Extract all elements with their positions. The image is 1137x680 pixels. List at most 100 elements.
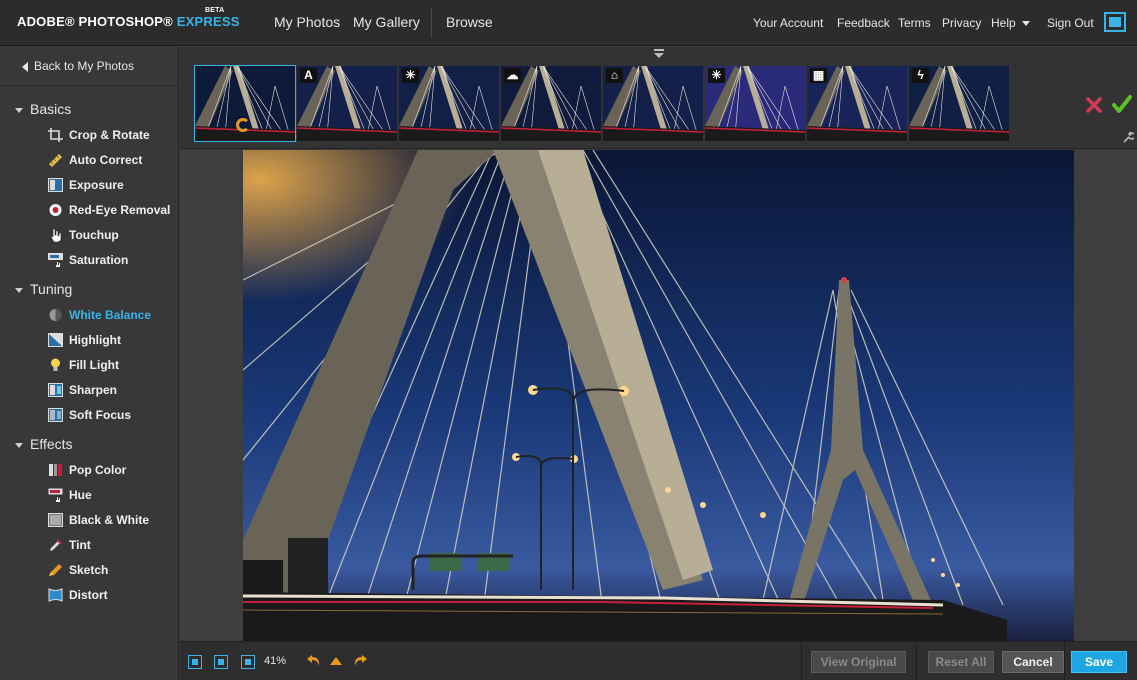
back-to-my-photos-link[interactable]: Back to My Photos	[22, 59, 134, 73]
collapse-triangle-icon	[15, 287, 23, 293]
saturation-icon	[48, 253, 63, 267]
black-white-icon	[48, 513, 63, 527]
reset-all-button[interactable]: Reset All	[928, 651, 994, 673]
preset-thumbnail[interactable]	[194, 65, 296, 142]
toolbar-divider	[801, 642, 802, 680]
tool-label: Hue	[69, 488, 92, 502]
undo-icon[interactable]	[306, 654, 322, 668]
app-logo: ADOBE® PHOTOSHOP® EXPRESS BETA	[17, 7, 240, 29]
top-bar: ADOBE® PHOTOSHOP® EXPRESS BETA My Photos…	[0, 0, 1137, 46]
nav-browse[interactable]: Browse	[446, 14, 493, 30]
bottom-toolbar: 41% View Original Reset All Cancel Save	[180, 641, 1137, 680]
section-effects-title: Effects	[30, 436, 73, 452]
back-arrow-icon	[22, 61, 28, 72]
fluorescent-icon: ▦	[810, 68, 827, 83]
tool-label: Red-Eye Removal	[69, 203, 171, 217]
photo-image[interactable]	[243, 150, 1074, 641]
cancel-button[interactable]: Cancel	[1002, 651, 1064, 673]
zoom-level: 41%	[264, 655, 287, 667]
tool-label: Touchup	[69, 228, 119, 242]
touchup-hand-icon	[50, 228, 62, 242]
shade-house-icon: ⌂	[606, 68, 623, 83]
link-privacy[interactable]: Privacy	[942, 16, 981, 30]
tool-label: Sketch	[69, 563, 109, 577]
preset-thumbnail[interactable]: A	[297, 66, 397, 141]
hue-icon	[48, 488, 63, 502]
preset-thumbnail[interactable]: ▦	[807, 66, 907, 141]
logo-adobe-photoshop: ADOBE® PHOTOSHOP®	[17, 14, 173, 29]
tool-label: Soft Focus	[69, 408, 131, 422]
section-effects[interactable]: Effects	[15, 436, 73, 452]
chevron-down-icon	[1021, 21, 1030, 27]
link-your-account[interactable]: Your Account	[753, 16, 823, 30]
tool-label: Fill Light	[69, 358, 119, 372]
nav-my-gallery[interactable]: My Gallery	[353, 14, 420, 30]
flash-icon: ϟ	[912, 68, 929, 83]
help-label: Help	[991, 16, 1016, 30]
wrench-icon[interactable]	[1122, 131, 1134, 143]
logo-beta: BETA	[205, 7, 225, 14]
nav-my-photos[interactable]: My Photos	[274, 14, 340, 30]
tool-label: Tint	[69, 538, 91, 552]
white-balance-icon	[49, 309, 62, 321]
save-button[interactable]: Save	[1071, 651, 1127, 673]
section-basics[interactable]: Basics	[15, 101, 71, 117]
view-original-button[interactable]: View Original	[811, 651, 906, 673]
revert-icon	[236, 118, 250, 132]
fullscreen-icon[interactable]	[1104, 12, 1126, 32]
toolbar-divider	[916, 642, 917, 680]
tool-label: Sharpen	[69, 383, 118, 397]
highlight-icon	[48, 333, 63, 347]
collapse-strip-handle-icon[interactable]	[654, 49, 664, 58]
preset-thumbnail[interactable]: ϟ	[909, 66, 1009, 141]
tool-label: White Balance	[69, 308, 152, 322]
collapse-up-icon[interactable]	[330, 657, 342, 665]
section-tuning[interactable]: Tuning	[15, 281, 72, 297]
soft-focus-icon	[48, 408, 63, 422]
app-window: ADOBE® PHOTOSHOP® EXPRESS BETA My Photos…	[0, 0, 1137, 680]
preset-filmstrip: A ☀ ☁ ⌂ ☀ ▦ ϟ	[180, 47, 1137, 149]
cloud-icon: ☁	[504, 68, 521, 83]
crop-icon	[48, 128, 63, 142]
reject-x-icon[interactable]	[1085, 96, 1103, 114]
redo-icon[interactable]	[352, 654, 368, 668]
section-basics-title: Basics	[30, 101, 72, 117]
distort-icon	[48, 588, 63, 602]
actual-size-icon[interactable]	[241, 655, 255, 669]
tool-label: Distort	[69, 588, 108, 602]
back-label: Back to My Photos	[34, 59, 135, 73]
sharpen-icon	[48, 383, 63, 397]
tool-label: Black & White	[69, 513, 150, 527]
link-sign-out[interactable]: Sign Out	[1047, 16, 1094, 30]
auto-icon: A	[300, 68, 317, 83]
red-eye-icon	[49, 204, 62, 216]
tool-label: Crop & Rotate	[69, 128, 150, 142]
fill-light-bulb-icon	[51, 358, 60, 371]
link-terms[interactable]: Terms	[898, 16, 931, 30]
photo-canvas	[180, 150, 1137, 641]
tool-label: Exposure	[69, 178, 124, 192]
link-feedback[interactable]: Feedback	[837, 16, 890, 30]
zoom-out-icon[interactable]	[188, 655, 202, 669]
bright-sun-icon: ☀	[708, 68, 725, 83]
exposure-icon	[48, 178, 63, 192]
logo-express: EXPRESS	[176, 14, 240, 29]
accept-check-icon[interactable]	[1111, 93, 1133, 115]
preset-thumbnail[interactable]: ⌂	[603, 66, 703, 141]
preset-thumbnail[interactable]: ☀	[399, 66, 499, 141]
collapse-triangle-icon	[15, 442, 23, 448]
preset-thumbnail[interactable]: ☀	[705, 66, 805, 141]
sidebar-divider	[0, 85, 179, 86]
tint-dropper-icon	[50, 539, 62, 551]
tool-label: Saturation	[69, 253, 129, 267]
tool-label: Auto Correct	[69, 153, 143, 167]
nav-divider	[431, 8, 432, 38]
tool-label: Highlight	[69, 333, 121, 347]
collapse-triangle-icon	[15, 107, 23, 113]
menu-help[interactable]: Help	[991, 16, 1030, 30]
fit-screen-icon[interactable]	[214, 655, 228, 669]
auto-correct-icon	[49, 154, 62, 167]
sketch-pencil-icon	[49, 564, 62, 576]
preset-thumbnail[interactable]: ☁	[501, 66, 601, 141]
tools-sidebar: Back to My Photos Basics Crop & Rotate A…	[0, 47, 179, 680]
